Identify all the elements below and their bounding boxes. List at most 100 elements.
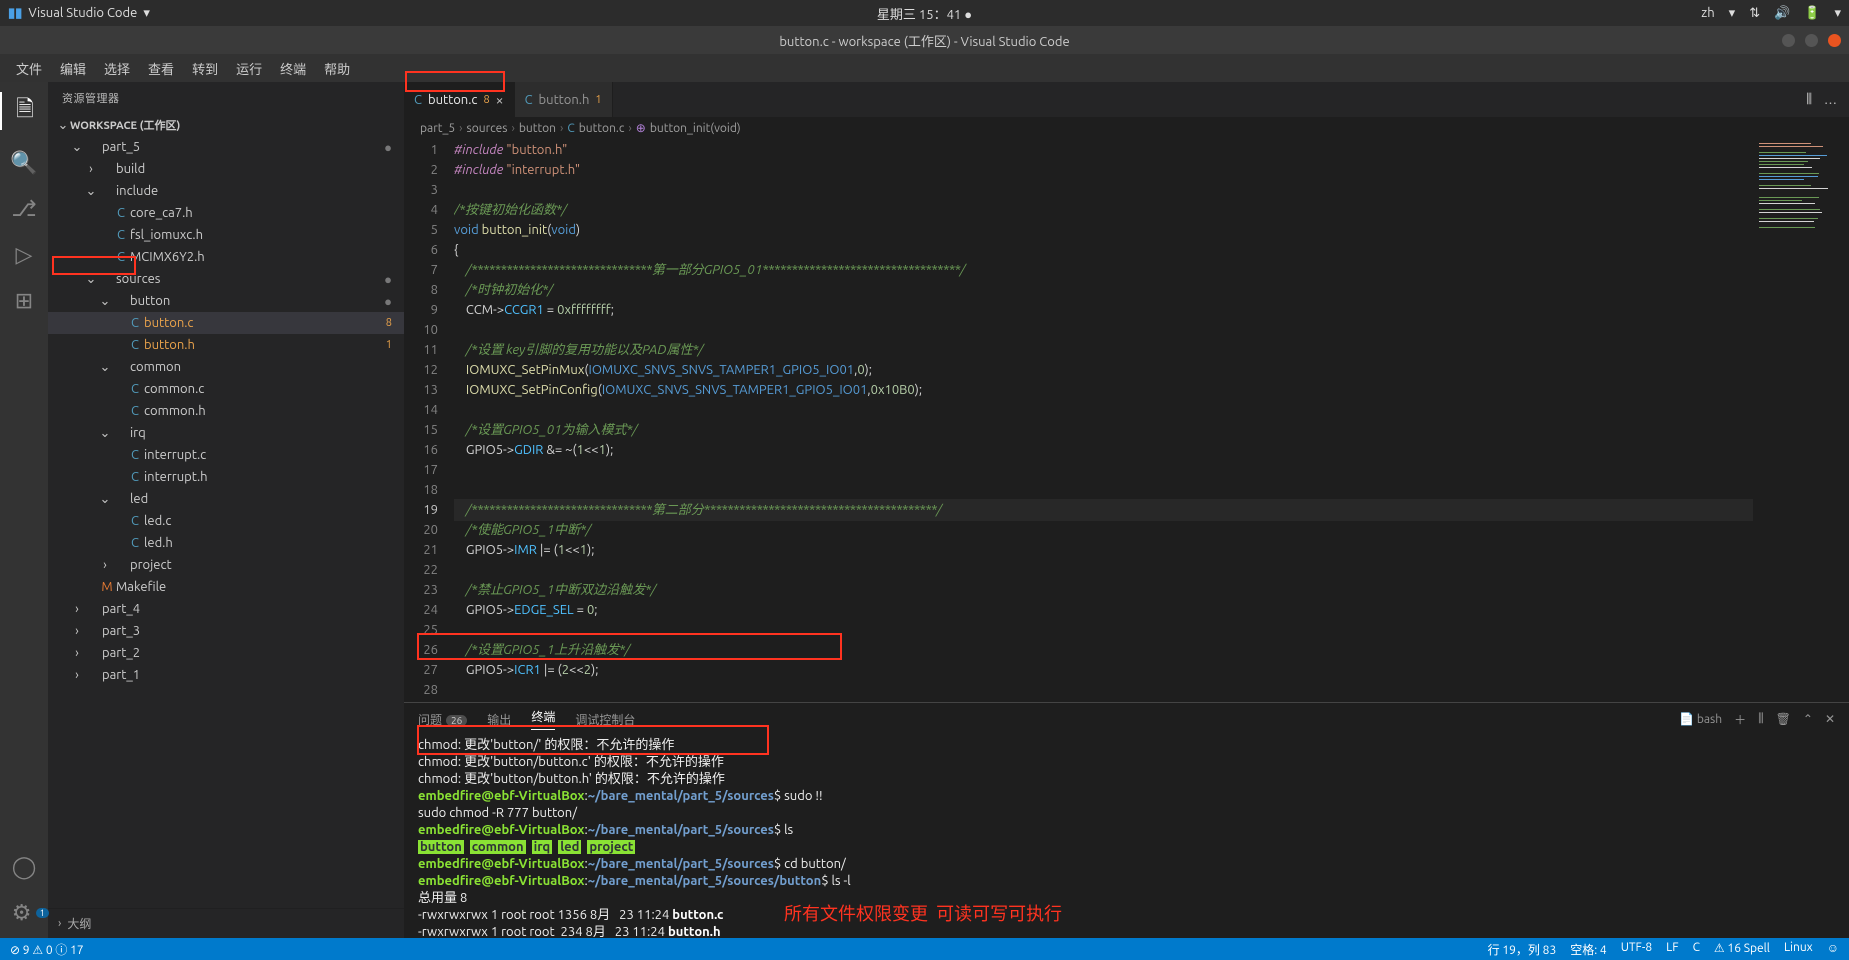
chevron-down-icon[interactable]: ▾ (143, 6, 150, 21)
status-item[interactable]: Linux (1784, 941, 1813, 958)
tree-item-sources[interactable]: ⌄sources● (48, 268, 404, 290)
tree-item-label: button.h (144, 338, 386, 352)
tree-item-led-c[interactable]: Cled.c (48, 510, 404, 532)
breadcrumb-item[interactable]: part_5 (420, 122, 455, 135)
editor[interactable]: 1234567891011121314151617181920212223242… (404, 139, 1849, 702)
menu-运行[interactable]: 运行 (228, 55, 270, 82)
tab-button-h[interactable]: Cbutton.h1 (515, 82, 613, 117)
tab-button-c[interactable]: Cbutton.c8× (404, 82, 515, 117)
workspace-root[interactable]: ⌄ WORKSPACE (工作区) (48, 114, 404, 136)
source-control-icon[interactable]: ⎇ (11, 196, 36, 222)
split-editor-icon[interactable]: ⫼ (1806, 92, 1812, 107)
minimap[interactable] (1753, 139, 1849, 702)
run-debug-icon[interactable]: ▷ (16, 242, 33, 268)
close-tab-icon[interactable]: × (496, 92, 504, 108)
problem-count-badge: 8 (386, 317, 392, 329)
tree-item-interrupt-h[interactable]: Cinterrupt.h (48, 466, 404, 488)
editor-tabs: Cbutton.c8×Cbutton.h1⫼… (404, 82, 1849, 117)
close-panel-icon[interactable]: ✕ (1825, 712, 1835, 726)
tab-problems[interactable]: 问题26 (418, 711, 467, 728)
tree-item-build[interactable]: ›build (48, 158, 404, 180)
breadcrumb-item[interactable]: button_init(void) (650, 122, 741, 135)
settings-gear-icon[interactable]: ⚙1 (12, 900, 37, 926)
tree-item-MCIMX6Y2-h[interactable]: CMCIMX6Y2.h (48, 246, 404, 268)
tree-item-label: sources (116, 272, 384, 286)
tree-item-core_ca7-h[interactable]: Ccore_ca7.h (48, 202, 404, 224)
chevron-down-icon: ⌄ (56, 118, 70, 133)
network-icon[interactable]: ⇅ (1749, 6, 1760, 21)
tree-item-button-h[interactable]: Cbutton.h1 (48, 334, 404, 356)
tree-item-part_2[interactable]: ›part_2 (48, 642, 404, 664)
tree-item-common-c[interactable]: Ccommon.c (48, 378, 404, 400)
maximize-button[interactable] (1805, 34, 1818, 47)
tree-item-button[interactable]: ⌄button● (48, 290, 404, 312)
menu-选择[interactable]: 选择 (96, 55, 138, 82)
new-terminal-icon[interactable]: ＋ (1734, 711, 1746, 728)
tree-item-label: part_3 (102, 624, 392, 638)
tree-item-include[interactable]: ⌄include (48, 180, 404, 202)
tab-terminal[interactable]: 终端 (531, 708, 555, 730)
tree-item-fsl_iomuxc-h[interactable]: Cfsl_iomuxc.h (48, 224, 404, 246)
breadcrumb[interactable]: part_5›sources›button›C button.c›⊕ butto… (404, 117, 1849, 139)
code-area[interactable]: #include "button.h"#include "interrupt.h… (454, 139, 1753, 702)
tree-item-label: common.c (144, 382, 392, 396)
tree-item-part_4[interactable]: ›part_4 (48, 598, 404, 620)
terminal-body[interactable]: chmod: 更改'button/' 的权限：不允许的操作chmod: 更改'b… (404, 735, 1849, 938)
tree-item-led[interactable]: ⌄led (48, 488, 404, 510)
chevron-right-icon: › (58, 917, 61, 930)
tree-item-part_1[interactable]: ›part_1 (48, 664, 404, 686)
search-icon[interactable]: 🔍 (10, 150, 37, 176)
bottom-panel: 问题26 输出 终端 调试控制台 📄 bash ＋ ⫼ 🗑 ⌃ ✕ chmod:… (404, 702, 1849, 938)
trash-icon[interactable]: 🗑 (1776, 712, 1791, 726)
menu-查看[interactable]: 查看 (140, 55, 182, 82)
tree-item-button-c[interactable]: Cbutton.c8 (48, 312, 404, 334)
status-item[interactable]: UTF-8 (1621, 941, 1652, 958)
breadcrumb-item[interactable]: button.c (579, 122, 625, 135)
chevron-down-icon: ⌄ (98, 294, 112, 309)
tab-problem-count: 8 (483, 94, 489, 106)
split-terminal-icon[interactable]: ⫼ (1758, 712, 1764, 726)
status-item[interactable]: 行 19，列 83 (1488, 941, 1557, 958)
tree-item-Makefile[interactable]: MMakefile (48, 576, 404, 598)
tree-item-label: include (116, 184, 392, 198)
os-app-name: Visual Studio Code (28, 6, 137, 20)
menu-帮助[interactable]: 帮助 (316, 55, 358, 82)
c-file-icon: C (112, 206, 130, 220)
tree-item-project[interactable]: ›project (48, 554, 404, 576)
status-item[interactable]: C (1693, 941, 1700, 958)
tree-item-interrupt-c[interactable]: Cinterrupt.c (48, 444, 404, 466)
language-indicator[interactable]: zh (1701, 6, 1714, 20)
status-item[interactable]: ⚠ 16 Spell (1714, 941, 1770, 958)
breadcrumb-item[interactable]: button (519, 122, 556, 135)
outline-section[interactable]: › 大纲 (48, 908, 404, 938)
status-item[interactable]: 空格: 4 (1570, 941, 1606, 958)
close-button[interactable] (1828, 34, 1841, 47)
status-item[interactable]: LF (1666, 941, 1678, 958)
tab-debug-console[interactable]: 调试控制台 (575, 711, 635, 728)
menu-文件[interactable]: 文件 (8, 55, 50, 82)
tree-item-part_5[interactable]: ⌄part_5● (48, 136, 404, 158)
tab-output[interactable]: 输出 (487, 711, 511, 728)
extensions-icon[interactable]: ⊞ (15, 288, 33, 314)
breadcrumb-item[interactable]: sources (467, 122, 508, 135)
tree-item-common[interactable]: ⌄common (48, 356, 404, 378)
maximize-panel-icon[interactable]: ⌃ (1803, 712, 1813, 726)
status-item[interactable]: ☺ (1827, 941, 1839, 958)
account-icon[interactable]: ◯ (12, 854, 37, 880)
tree-item-common-h[interactable]: Ccommon.h (48, 400, 404, 422)
menu-终端[interactable]: 终端 (272, 55, 314, 82)
tree-item-label: part_5 (102, 140, 384, 154)
menu-转到[interactable]: 转到 (184, 55, 226, 82)
tree-item-irq[interactable]: ⌄irq (48, 422, 404, 444)
status-problems[interactable]: ⊘ 9 ⚠ 0 ⓘ 17 (10, 941, 84, 958)
tree-item-part_3[interactable]: ›part_3 (48, 620, 404, 642)
volume-icon[interactable]: 🔊 (1774, 6, 1790, 21)
battery-icon[interactable]: 🔋 (1804, 6, 1820, 21)
menu-编辑[interactable]: 编辑 (52, 55, 94, 82)
explorer-icon[interactable]: 🗎 (0, 92, 48, 130)
c-file-icon: C (126, 536, 144, 550)
more-actions-icon[interactable]: … (1824, 93, 1837, 107)
shell-selector[interactable]: 📄 bash (1679, 712, 1722, 726)
tree-item-led-h[interactable]: Cled.h (48, 532, 404, 554)
minimize-button[interactable] (1782, 34, 1795, 47)
